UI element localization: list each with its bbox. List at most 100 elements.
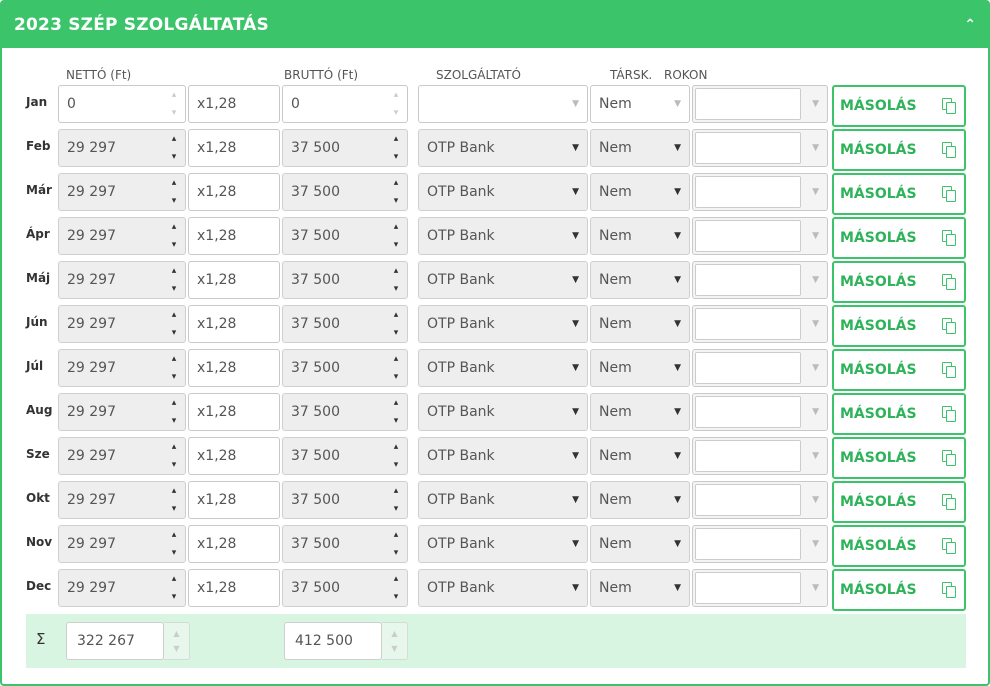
brutto-stepper[interactable]: ▴ ▾ [389,266,403,294]
netto-stepper[interactable]: ▴ ▾ [167,442,181,470]
brutto-input[interactable]: 37 500 ▴ ▾ [282,525,408,563]
tarsk-select[interactable]: Nem ▼ [590,261,690,299]
netto-input[interactable]: 29 297 ▴ ▾ [58,261,186,299]
rokon-select[interactable]: ▼ [692,393,828,431]
chevron-down-icon[interactable]: ▼ [674,495,681,505]
provider-select[interactable]: OTP Bank ▼ [418,525,588,563]
chevron-down-icon[interactable]: ▼ [812,231,819,241]
tarsk-select[interactable]: Nem ▼ [590,437,690,475]
rokon-value-box[interactable] [695,352,801,384]
copy-button[interactable]: MÁSOLÁS [832,129,966,171]
netto-stepper[interactable]: ▴ ▾ [167,354,181,382]
chevron-down-icon[interactable]: ▼ [572,495,579,505]
netto-input[interactable]: 29 297 ▴ ▾ [58,481,186,519]
chevron-down-icon[interactable]: ▼ [674,99,681,109]
rokon-select[interactable]: ▼ [692,569,828,607]
brutto-input[interactable]: 37 500 ▴ ▾ [282,173,408,211]
rokon-value-box[interactable] [695,176,801,208]
multiplier-input[interactable]: x1,28 [188,481,280,519]
chevron-down-icon[interactable]: ▼ [572,319,579,329]
rokon-value-box[interactable] [695,264,801,296]
brutto-input[interactable]: 37 500 ▴ ▾ [282,569,408,607]
chevron-down-icon[interactable]: ▼ [812,187,819,197]
chevron-down-icon[interactable]: ▼ [674,143,681,153]
netto-stepper[interactable]: ▴ ▾ [167,486,181,514]
chevron-down-icon[interactable]: ▼ [674,319,681,329]
copy-button[interactable]: MÁSOLÁS [832,261,966,303]
netto-input[interactable]: 29 297 ▴ ▾ [58,437,186,475]
brutto-input[interactable]: 0 ▴ ▾ [282,85,408,123]
provider-select[interactable]: OTP Bank ▼ [418,217,588,255]
copy-button[interactable]: MÁSOLÁS [832,569,966,611]
rokon-select[interactable]: ▼ [692,525,828,563]
tarsk-select[interactable]: Nem ▼ [590,217,690,255]
chevron-down-icon[interactable]: ▼ [812,451,819,461]
tarsk-select[interactable]: Nem ▼ [590,305,690,343]
multiplier-input[interactable]: x1,28 [188,173,280,211]
brutto-stepper[interactable]: ▴ ▾ [389,178,403,206]
multiplier-input[interactable]: x1,28 [188,129,280,167]
copy-button[interactable]: MÁSOLÁS [832,217,966,259]
multiplier-input[interactable]: x1,28 [188,305,280,343]
provider-select[interactable]: ▼ [418,85,588,123]
chevron-down-icon[interactable]: ▼ [572,143,579,153]
brutto-stepper[interactable]: ▴ ▾ [389,90,403,118]
copy-button[interactable]: MÁSOLÁS [832,85,966,127]
rokon-value-box[interactable] [695,440,801,472]
netto-stepper[interactable]: ▴ ▾ [167,134,181,162]
rokon-value-box[interactable] [695,572,801,604]
brutto-stepper[interactable]: ▴ ▾ [389,222,403,250]
brutto-stepper[interactable]: ▴ ▾ [389,398,403,426]
rokon-select[interactable]: ▼ [692,85,828,123]
chevron-down-icon[interactable]: ▼ [674,539,681,549]
netto-input[interactable]: 29 297 ▴ ▾ [58,305,186,343]
chevron-down-icon[interactable]: ▼ [572,539,579,549]
netto-stepper[interactable]: ▴ ▾ [167,398,181,426]
netto-input[interactable]: 29 297 ▴ ▾ [58,129,186,167]
chevron-down-icon[interactable]: ▼ [674,583,681,593]
netto-input[interactable]: 29 297 ▴ ▾ [58,569,186,607]
brutto-input[interactable]: 37 500 ▴ ▾ [282,305,408,343]
chevron-down-icon[interactable]: ▼ [572,451,579,461]
chevron-down-icon[interactable]: ▼ [812,363,819,373]
provider-select[interactable]: OTP Bank ▼ [418,393,588,431]
panel-header[interactable]: 2023 SZÉP SZOLGÁLTATÁS ⌃ [2,2,988,48]
multiplier-input[interactable]: x1,28 [188,393,280,431]
chevron-down-icon[interactable]: ▼ [812,319,819,329]
brutto-stepper[interactable]: ▴ ▾ [389,486,403,514]
multiplier-input[interactable]: x1,28 [188,569,280,607]
provider-select[interactable]: OTP Bank ▼ [418,305,588,343]
tarsk-select[interactable]: Nem ▼ [590,569,690,607]
brutto-stepper[interactable]: ▴ ▾ [389,310,403,338]
chevron-down-icon[interactable]: ▼ [812,495,819,505]
brutto-stepper[interactable]: ▴ ▾ [389,134,403,162]
chevron-down-icon[interactable]: ▼ [812,99,819,109]
brutto-stepper[interactable]: ▴ ▾ [389,574,403,602]
chevron-down-icon[interactable]: ▼ [572,275,579,285]
rokon-value-box[interactable] [695,220,801,252]
brutto-input[interactable]: 37 500 ▴ ▾ [282,437,408,475]
tarsk-select[interactable]: Nem ▼ [590,85,690,123]
rokon-value-box[interactable] [695,132,801,164]
brutto-input[interactable]: 37 500 ▴ ▾ [282,393,408,431]
rokon-value-box[interactable] [695,396,801,428]
rokon-select[interactable]: ▼ [692,261,828,299]
copy-button[interactable]: MÁSOLÁS [832,393,966,435]
chevron-down-icon[interactable]: ▼ [572,363,579,373]
rokon-value-box[interactable] [695,88,801,120]
chevron-down-icon[interactable]: ▼ [674,451,681,461]
brutto-stepper[interactable]: ▴ ▾ [389,354,403,382]
netto-input[interactable]: 29 297 ▴ ▾ [58,217,186,255]
multiplier-input[interactable]: x1,28 [188,525,280,563]
netto-input[interactable]: 29 297 ▴ ▾ [58,393,186,431]
chevron-down-icon[interactable]: ▼ [812,407,819,417]
rokon-select[interactable]: ▼ [692,129,828,167]
brutto-input[interactable]: 37 500 ▴ ▾ [282,481,408,519]
brutto-input[interactable]: 37 500 ▴ ▾ [282,129,408,167]
chevron-down-icon[interactable]: ▼ [812,143,819,153]
rokon-select[interactable]: ▼ [692,173,828,211]
netto-input[interactable]: 29 297 ▴ ▾ [58,349,186,387]
copy-button[interactable]: MÁSOLÁS [832,349,966,391]
tarsk-select[interactable]: Nem ▼ [590,481,690,519]
netto-stepper[interactable]: ▴ ▾ [167,178,181,206]
